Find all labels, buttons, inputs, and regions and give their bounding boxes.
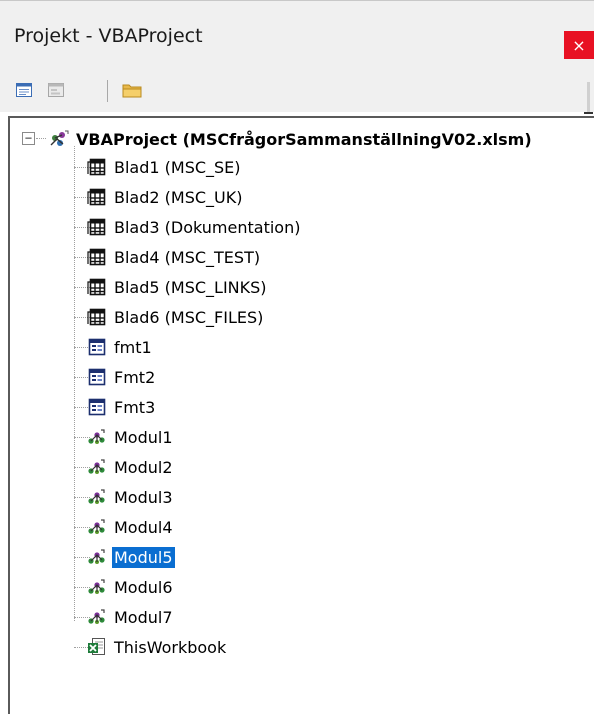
tree-item[interactable]: Blad2 (MSC_UK) — [86, 184, 244, 210]
tree-item-label: Blad3 (Dokumentation) — [114, 217, 301, 237]
userform-icon — [86, 336, 108, 358]
tree-item-label: Fmt2 — [114, 367, 156, 387]
tree-item-label: Modul7 — [114, 607, 173, 627]
tree-item[interactable]: ThisWorkbook — [86, 634, 228, 660]
toolbar-separator — [107, 80, 108, 102]
view-object-button[interactable] — [45, 80, 67, 100]
module-icon — [86, 516, 108, 538]
worksheet-icon — [86, 246, 108, 268]
worksheet-icon — [86, 216, 108, 238]
tree-item-label: Blad2 (MSC_UK) — [114, 187, 243, 207]
view-object-icon — [48, 83, 64, 97]
tree-item[interactable]: Blad3 (Dokumentation) — [86, 214, 302, 240]
toolbar-grip-icon[interactable] — [583, 82, 594, 116]
tree-item-label: fmt1 — [114, 337, 152, 357]
tree-item[interactable]: Modul7 — [86, 604, 175, 630]
tree-item[interactable]: Blad1 (MSC_SE) — [86, 154, 243, 180]
toggle-folders-icon — [122, 84, 142, 98]
tree-item[interactable]: Modul2 — [86, 454, 175, 480]
vba-project-icon — [48, 128, 70, 150]
workbook-icon — [86, 636, 108, 658]
project-toolbar — [0, 72, 594, 112]
tree-item-label: Modul6 — [114, 577, 173, 597]
tree-item-label: Blad6 (MSC_FILES) — [114, 307, 264, 327]
close-icon: × — [572, 35, 586, 55]
tree-item-label: Modul2 — [114, 457, 173, 477]
tree-item-label: Modul5 — [112, 546, 175, 568]
worksheet-icon — [86, 186, 108, 208]
tree-item-label: Modul4 — [114, 517, 173, 537]
userform-icon — [86, 396, 108, 418]
tree-item[interactable]: Modul6 — [86, 574, 175, 600]
tree-item[interactable]: Blad5 (MSC_LINKS) — [86, 274, 269, 300]
worksheet-icon — [86, 306, 108, 328]
userform-icon — [86, 366, 108, 388]
project-tree[interactable]: − VBAProject (MSCfrågorSammanställningV0… — [8, 116, 594, 714]
tree-item[interactable]: Modul3 — [86, 484, 175, 510]
close-button[interactable]: × — [564, 31, 594, 59]
module-icon — [86, 606, 108, 628]
module-icon — [86, 456, 108, 478]
view-code-icon — [16, 83, 32, 97]
tree-item[interactable]: Blad6 (MSC_FILES) — [86, 304, 265, 330]
tree-root-vbaproject[interactable]: VBAProject (MSCfrågorSammanställningV02.… — [48, 126, 534, 152]
tree-item-label: Modul3 — [114, 487, 173, 507]
tree-guide-line — [74, 146, 75, 621]
module-icon — [86, 576, 108, 598]
tree-item[interactable]: Fmt3 — [86, 394, 157, 420]
view-code-button[interactable] — [13, 80, 35, 100]
project-explorer-title-bar: Projekt - VBAProject × — [0, 0, 594, 72]
toggle-folders-button[interactable] — [121, 80, 143, 100]
tree-item-label: Blad4 (MSC_TEST) — [114, 247, 261, 267]
tree-item[interactable]: fmt1 — [86, 334, 154, 360]
module-icon — [86, 426, 108, 448]
module-icon — [86, 486, 108, 508]
tree-item-label: ThisWorkbook — [114, 637, 227, 657]
worksheet-icon — [86, 156, 108, 178]
tree-item-label: Blad1 (MSC_SE) — [114, 157, 241, 177]
module-icon — [86, 546, 108, 568]
tree-root-label: VBAProject (MSCfrågorSammanställningV02.… — [76, 129, 532, 149]
collapse-toggle[interactable]: − — [22, 132, 35, 145]
window-title: Projekt - VBAProject — [14, 25, 203, 47]
tree-item-label: Fmt3 — [114, 397, 156, 417]
tree-item[interactable]: Fmt2 — [86, 364, 157, 390]
tree-item-label: Modul1 — [114, 427, 173, 447]
tree-item[interactable]: Modul5 — [86, 544, 175, 570]
tree-item[interactable]: Modul1 — [86, 424, 175, 450]
tree-item[interactable]: Blad4 (MSC_TEST) — [86, 244, 262, 270]
tree-item-label: Blad5 (MSC_LINKS) — [114, 277, 267, 297]
tree-guide-line — [36, 138, 46, 139]
tree-item[interactable]: Modul4 — [86, 514, 175, 540]
worksheet-icon — [86, 276, 108, 298]
